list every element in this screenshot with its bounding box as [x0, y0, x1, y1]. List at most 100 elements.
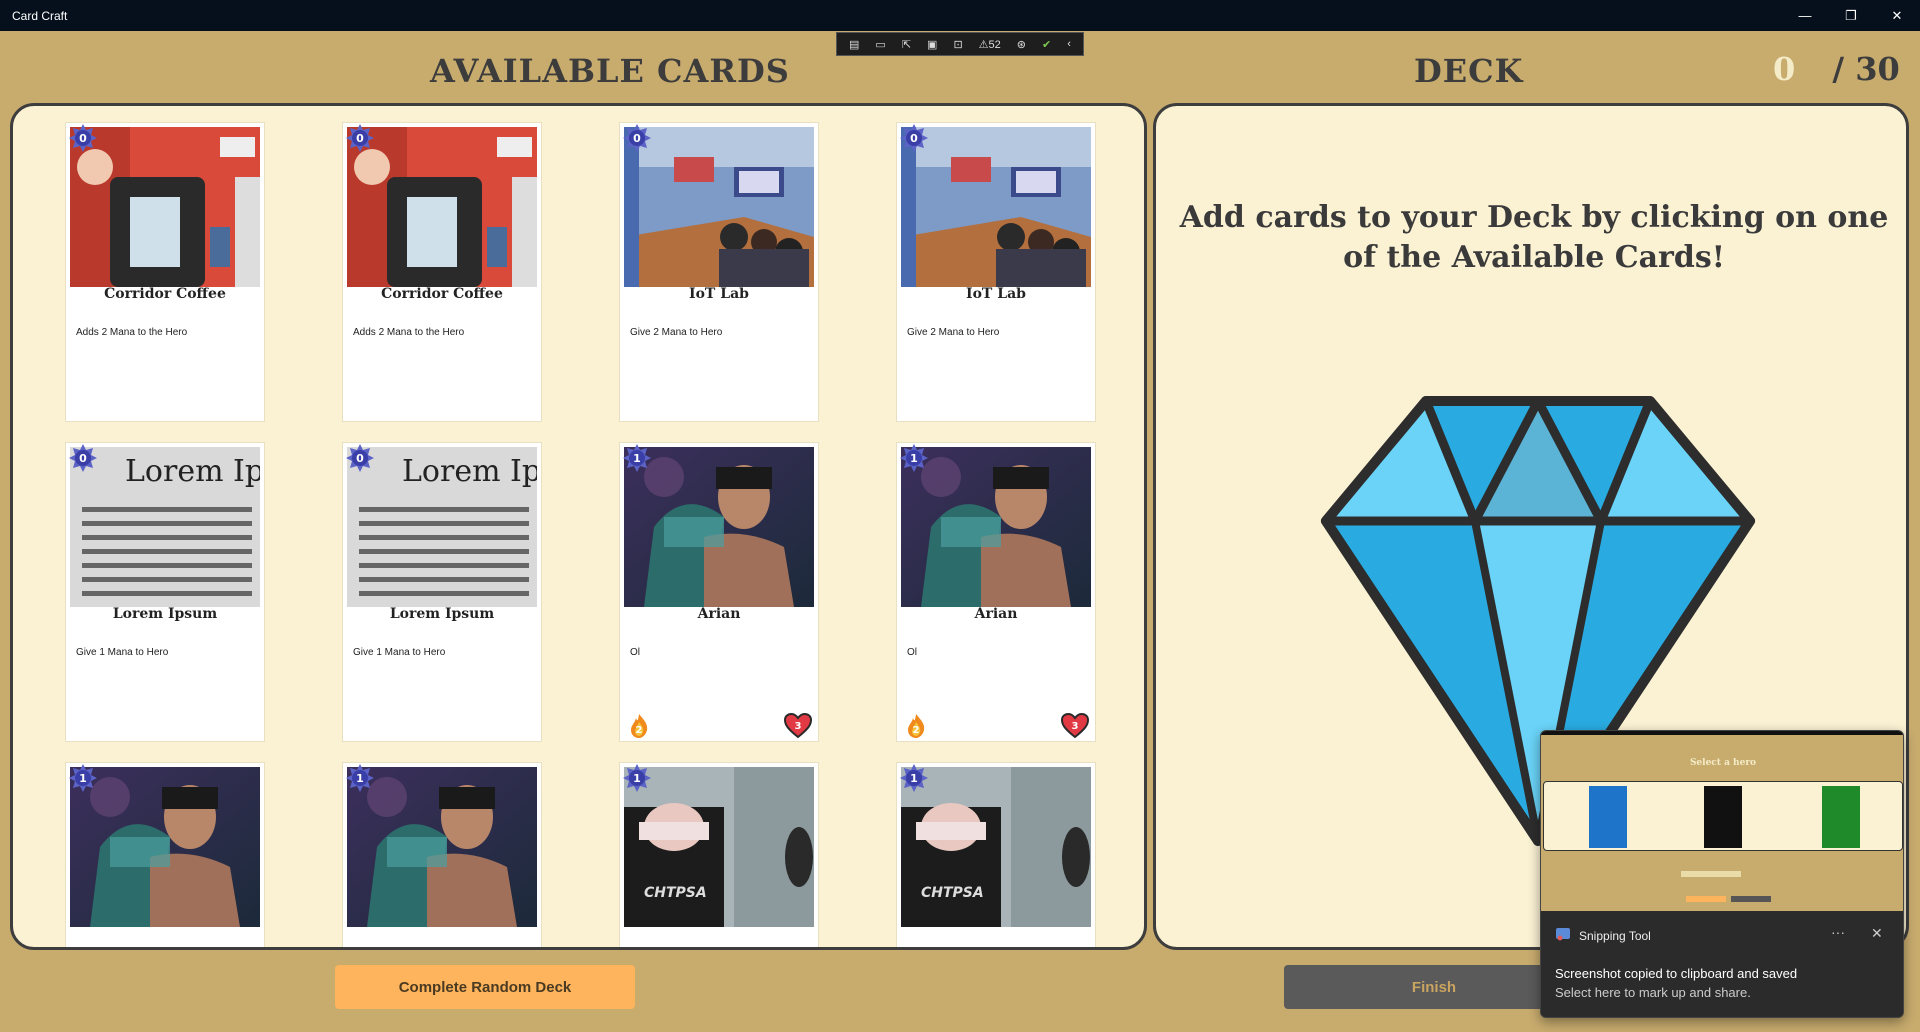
card[interactable]: 0 IoT Lab Give 2 Mana to Hero [896, 122, 1096, 422]
health-heart-icon: 3 [783, 712, 813, 739]
notification-subtext: Select here to mark up and share. [1555, 985, 1751, 1000]
card-art [901, 447, 1091, 607]
live-tree-icon[interactable]: ▤ [849, 38, 859, 51]
card[interactable]: Lorem Ips 0 Lorem Ipsum Give 1 Mana to Hero [342, 442, 542, 742]
card-art [624, 127, 814, 287]
card[interactable]: 1 Arian Ol 2 3 [896, 442, 1096, 742]
notification-close-button[interactable]: ✕ [1871, 925, 1883, 942]
mana-cost-badge: 0 [68, 443, 98, 473]
available-cards-panel[interactable]: 0 Corridor Coffee Adds 2 Mana to the Hero 0… [10, 103, 1147, 950]
card-art: CHTPSA [901, 767, 1091, 927]
deck-count: 0 / 30 [1773, 50, 1900, 88]
mana-cost-badge: 1 [622, 443, 652, 473]
thumbnail-button-2 [1731, 896, 1771, 902]
select-element-icon[interactable]: ⇱ [902, 38, 911, 51]
card-description: Adds 2 Mana to the Hero [76, 327, 188, 338]
mana-cost-badge: 0 [345, 123, 375, 153]
thumbnail-title: Select a hero [1689, 758, 1757, 768]
binding-failures-counter[interactable]: ⚠52 [979, 38, 1001, 51]
attack-value: 2 [636, 725, 643, 736]
minimize-button[interactable]: — [1782, 0, 1828, 31]
card-art [70, 127, 260, 287]
hot-reload-check-icon[interactable]: ✔ [1042, 38, 1051, 51]
card-art: CHTPSA [624, 767, 814, 927]
thumbnail-hero-black [1704, 786, 1742, 848]
mana-cost-value: 1 [79, 772, 87, 785]
attack-flame-icon: 2 [626, 713, 652, 739]
card-art-caption: CHTPSA [644, 885, 707, 901]
card-art [347, 767, 537, 927]
thumbnail-hero-panel [1543, 781, 1903, 851]
attack-value: 2 [913, 725, 920, 736]
app-title: Card Craft [12, 8, 68, 23]
notification-body[interactable]: Snipping Tool ··· ✕ Screenshot copied to… [1541, 911, 1903, 1017]
mana-cost-badge: 0 [899, 123, 929, 153]
card-name: Arian [974, 606, 1018, 622]
card[interactable]: Lorem Ips 0 Lorem Ipsum Give 1 Mana to Hero [65, 442, 265, 742]
preview-selection-icon[interactable]: ⊡ [953, 38, 962, 51]
mana-cost-value: 0 [633, 132, 641, 145]
finish-button[interactable]: Finish [1284, 965, 1584, 1009]
deck-count-separator: / [1832, 50, 1845, 88]
mana-cost-badge: 1 [899, 443, 929, 473]
close-button[interactable]: ✕ [1874, 0, 1920, 31]
card[interactable]: 0 IoT Lab Give 2 Mana to Hero [619, 122, 819, 422]
mana-cost-value: 0 [79, 452, 87, 465]
notification-message: Screenshot copied to clipboard and saved [1555, 966, 1798, 981]
card-art-caption: CHTPSA [921, 885, 984, 901]
notification-more-button[interactable]: ··· [1831, 924, 1845, 940]
card[interactable]: CHTPSA 1 [896, 762, 1096, 947]
thumbnail-hero-blue [1589, 786, 1627, 848]
health-heart-icon: 3 [1060, 712, 1090, 739]
card-name: IoT Lab [966, 286, 1026, 302]
card-art: Lorem Ips [347, 447, 537, 607]
card[interactable]: CHTPSA 1 [619, 762, 819, 947]
deck-title: DECK [1414, 52, 1524, 90]
thumbnail-button-1 [1686, 896, 1726, 902]
screenshot-thumbnail[interactable]: Select a hero [1541, 731, 1903, 911]
mana-cost-value: 1 [356, 772, 364, 785]
collapse-chevron-icon[interactable]: ‹ [1067, 38, 1071, 50]
mana-cost-badge: 0 [345, 443, 375, 473]
card-description: Give 1 Mana to Hero [353, 647, 446, 658]
card-name: IoT Lab [689, 286, 749, 302]
card-name: Lorem Ipsum [112, 606, 218, 622]
deck-count-max: 30 [1855, 50, 1900, 88]
card-description: Give 2 Mana to Hero [630, 327, 723, 338]
card-name: Lorem Ipsum [389, 606, 495, 622]
mana-cost-value: 0 [79, 132, 87, 145]
mana-cost-badge: 1 [899, 763, 929, 793]
mana-cost-badge: 1 [345, 763, 375, 793]
card-description: Ol [630, 647, 640, 658]
card[interactable]: 0 Corridor Coffee Adds 2 Mana to the Hero [65, 122, 265, 422]
card[interactable]: 0 Corridor Coffee Adds 2 Mana to the Hero [342, 122, 542, 422]
deck-empty-message: Add cards to your Deck by clicking on on… [1179, 200, 1889, 275]
thumbnail-header [1541, 731, 1903, 735]
notification-app-name: Snipping Tool [1579, 929, 1651, 943]
card-art [624, 447, 814, 607]
deck-count-current: 0 [1773, 50, 1796, 88]
debug-toolbar: ▤ ▭ ⇱ ▣ ⊡ ⚠52 ⊛ ✔ ‹ [836, 32, 1084, 56]
health-value: 3 [1072, 721, 1079, 732]
snipping-tool-notification[interactable]: Select a hero Snipping Tool ··· ✕ Screen… [1540, 730, 1904, 1018]
mana-cost-value: 0 [356, 452, 364, 465]
card-art-heading: Lorem Ips [125, 454, 260, 489]
complete-random-deck-button[interactable]: Complete Random Deck [335, 965, 635, 1009]
card[interactable]: 1 [65, 762, 265, 947]
mana-cost-badge: 0 [68, 123, 98, 153]
layout-adorner-icon[interactable]: ▣ [927, 38, 937, 51]
card-art [347, 127, 537, 287]
card[interactable]: 1 [342, 762, 542, 947]
accessibility-icon[interactable]: ⊛ [1017, 38, 1026, 51]
mana-cost-badge: 1 [68, 763, 98, 793]
record-icon[interactable]: ▭ [875, 38, 885, 51]
mana-cost-value: 0 [910, 132, 918, 145]
mana-cost-value: 1 [633, 452, 641, 465]
restore-button[interactable]: ❐ [1828, 0, 1874, 31]
thumbnail-line [1681, 871, 1741, 877]
card-art: Lorem Ips [70, 447, 260, 607]
available-cards-title: AVAILABLE CARDS [430, 52, 790, 90]
card[interactable]: 1 Arian Ol 2 3 [619, 442, 819, 742]
card-description: Give 2 Mana to Hero [907, 327, 1000, 338]
health-value: 3 [795, 721, 802, 732]
